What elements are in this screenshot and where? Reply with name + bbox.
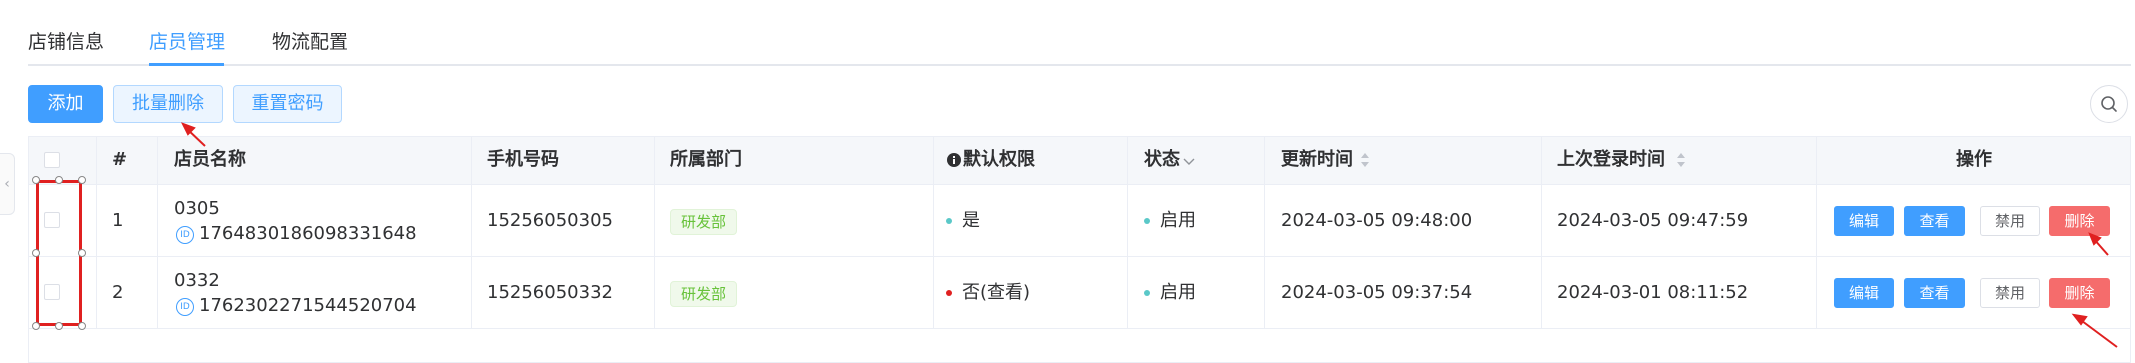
last-login-time: 2024-03-05 09:47:59 xyxy=(1557,210,1749,231)
chevron-left-icon: ‹ xyxy=(4,176,10,192)
row-index: 2 xyxy=(112,282,124,303)
column-header-operations: 操作 xyxy=(1956,149,1992,170)
collapse-side-tab[interactable]: ‹ xyxy=(0,153,15,215)
column-header-updated[interactable]: 更新时间 xyxy=(1281,136,1353,184)
column-divider xyxy=(96,136,97,328)
search-icon xyxy=(2101,96,2117,112)
chevron-down-icon[interactable] xyxy=(1182,154,1196,168)
staff-id: 1764830186098331648 xyxy=(199,223,417,244)
tab-logistics-config[interactable]: 物流配置 xyxy=(272,28,348,56)
edit-button[interactable]: 编辑 xyxy=(1834,206,1894,236)
permission-value: 否(查看) xyxy=(962,282,1031,303)
batch-delete-button[interactable]: 批量删除 xyxy=(113,85,223,123)
permission-value: 是 xyxy=(962,210,980,231)
phone-number: 15256050332 xyxy=(487,282,613,303)
column-header-phone: 手机号码 xyxy=(487,149,559,170)
updated-time: 2024-03-05 09:48:00 xyxy=(1281,210,1473,231)
tab-store-info[interactable]: 店铺信息 xyxy=(28,28,104,56)
resize-handle xyxy=(32,249,40,257)
view-button[interactable]: 查看 xyxy=(1904,206,1965,236)
edit-button[interactable]: 编辑 xyxy=(1834,278,1894,308)
select-all-checkbox[interactable] xyxy=(44,152,60,168)
add-button[interactable]: 添加 xyxy=(28,85,103,123)
department-tag: 研发部 xyxy=(670,281,738,307)
column-header-index: # xyxy=(112,149,128,170)
table-row-divider xyxy=(28,328,2131,329)
column-divider xyxy=(1816,136,1817,328)
resize-handle xyxy=(78,249,86,257)
tab-staff-management[interactable]: 店员管理 xyxy=(149,28,225,56)
column-divider xyxy=(1541,136,1542,328)
last-login-time: 2024-03-01 08:11:52 xyxy=(1557,282,1749,303)
column-header-permission: 默认权限 xyxy=(963,149,1035,170)
disable-button[interactable]: 禁用 xyxy=(1980,206,2040,236)
status-value: 启用 xyxy=(1160,210,1196,231)
column-divider xyxy=(1264,136,1265,328)
resize-handle xyxy=(55,322,63,330)
delete-button[interactable]: 删除 xyxy=(2049,206,2110,236)
column-divider xyxy=(157,136,158,328)
reset-password-button[interactable]: 重置密码 xyxy=(233,85,342,123)
info-icon xyxy=(947,153,961,167)
status-dot xyxy=(1144,218,1150,224)
column-divider xyxy=(1127,136,1128,328)
sort-icon[interactable] xyxy=(1674,151,1688,169)
id-badge-icon: ID xyxy=(176,226,194,244)
status-value: 启用 xyxy=(1160,282,1196,303)
staff-name: 0332 xyxy=(174,270,220,291)
resize-handle xyxy=(32,176,40,184)
resize-handle xyxy=(78,322,86,330)
permission-dot xyxy=(946,218,952,224)
tab-active-indicator xyxy=(149,63,224,66)
id-badge-icon: ID xyxy=(176,298,194,316)
permission-dot xyxy=(946,290,952,296)
search-button[interactable] xyxy=(2090,85,2128,123)
status-dot xyxy=(1144,290,1150,296)
column-header-status[interactable]: 状态 xyxy=(1144,136,1180,184)
row-index: 1 xyxy=(112,210,124,231)
column-divider xyxy=(654,136,655,328)
column-divider xyxy=(933,136,934,328)
tab-bar-divider xyxy=(28,64,2131,66)
column-header-dept: 所属部门 xyxy=(670,149,742,170)
column-header-name: 店员名称 xyxy=(174,149,246,170)
sort-icon[interactable] xyxy=(1358,151,1372,169)
resize-handle xyxy=(32,322,40,330)
column-header-last-login[interactable]: 上次登录时间 xyxy=(1557,136,1665,184)
resize-handle xyxy=(78,176,86,184)
disable-button[interactable]: 禁用 xyxy=(1980,278,2040,308)
staff-name: 0305 xyxy=(174,198,220,219)
annotation-selection-box xyxy=(36,180,82,326)
view-button[interactable]: 查看 xyxy=(1904,278,1965,308)
updated-time: 2024-03-05 09:37:54 xyxy=(1281,282,1473,303)
delete-button[interactable]: 删除 xyxy=(2049,278,2110,308)
staff-id: 1762302271544520704 xyxy=(199,295,417,316)
resize-handle xyxy=(55,176,63,184)
phone-number: 15256050305 xyxy=(487,210,613,231)
column-divider xyxy=(471,136,472,328)
department-tag: 研发部 xyxy=(670,209,738,235)
